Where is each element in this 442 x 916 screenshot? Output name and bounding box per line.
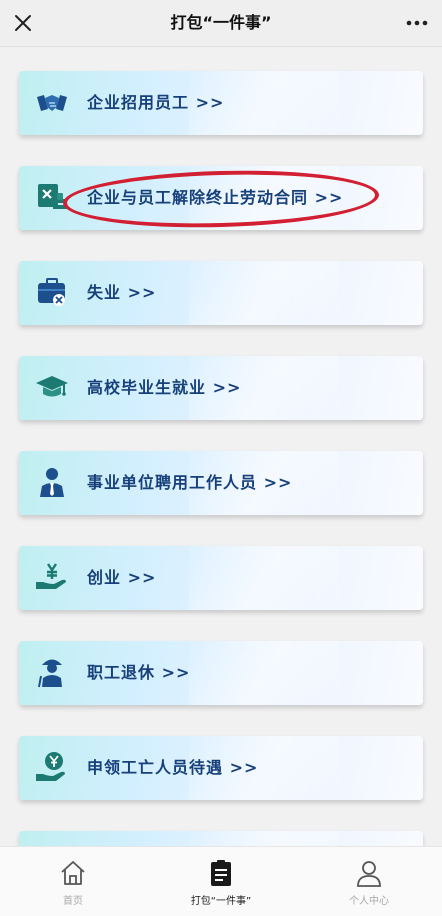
service-card-graduate-employment[interactable]: 高校毕业生就业 >> xyxy=(19,356,423,420)
service-card-work-death-benefits[interactable]: 申领工亡人员待遇 >> xyxy=(19,736,423,800)
staff-person-icon xyxy=(40,468,64,497)
service-card-public-institution[interactable]: 事业单位聘用工作人员 >> xyxy=(19,451,423,515)
contract-termination-icon xyxy=(38,184,67,209)
tab-label: 首页 xyxy=(63,896,83,907)
top-bar: 打包“一件事” xyxy=(0,0,442,47)
service-card-retirement[interactable]: 职工退休 >> xyxy=(19,641,423,705)
tab-label: 打包“一件事” xyxy=(190,896,252,907)
bottom-tab-bar: 首页 打包“一件事” 个人中心 xyxy=(0,846,442,916)
service-card-label: 事业单位聘用工作人员 >> xyxy=(87,473,293,492)
home-icon xyxy=(61,861,85,885)
briefcase-icon xyxy=(38,278,65,306)
benefit-coin-icon xyxy=(36,752,65,781)
service-card-label: 创业 >> xyxy=(87,568,157,587)
page-title: 打包“一件事” xyxy=(170,13,272,32)
tab-home[interactable]: 首页 xyxy=(18,847,128,916)
service-card-label: 职工退休 >> xyxy=(87,663,191,682)
service-card-label: 企业招用员工 >> xyxy=(87,93,225,112)
service-card-partial[interactable] xyxy=(19,831,423,846)
handshake-icon xyxy=(37,95,67,111)
service-card-enterprise-hire[interactable]: 企业招用员工 >> xyxy=(19,71,423,135)
clipboard-icon xyxy=(211,860,231,886)
service-card-label: 申领工亡人员待遇 >> xyxy=(87,758,259,777)
graduation-cap-icon xyxy=(36,376,68,397)
money-hand-icon xyxy=(36,563,66,589)
service-card-label: 失业 >> xyxy=(87,283,157,302)
service-card-label: 高校毕业生就业 >> xyxy=(87,378,242,397)
tab-label: 个人中心 xyxy=(349,896,389,907)
service-list: 企业招用员工 >> 企业与员工解除终止劳动合同 >> 失业 >> 高校毕业生就业… xyxy=(0,46,442,846)
user-icon xyxy=(357,861,381,887)
tab-package[interactable]: 打包“一件事” xyxy=(166,847,276,916)
service-card-unemployment[interactable]: 失业 >> xyxy=(19,261,423,325)
tab-profile[interactable]: 个人中心 xyxy=(314,847,424,916)
service-card-entrepreneurship[interactable]: 创业 >> xyxy=(19,546,423,610)
more-icon[interactable] xyxy=(402,8,432,38)
retiree-icon xyxy=(38,659,62,688)
